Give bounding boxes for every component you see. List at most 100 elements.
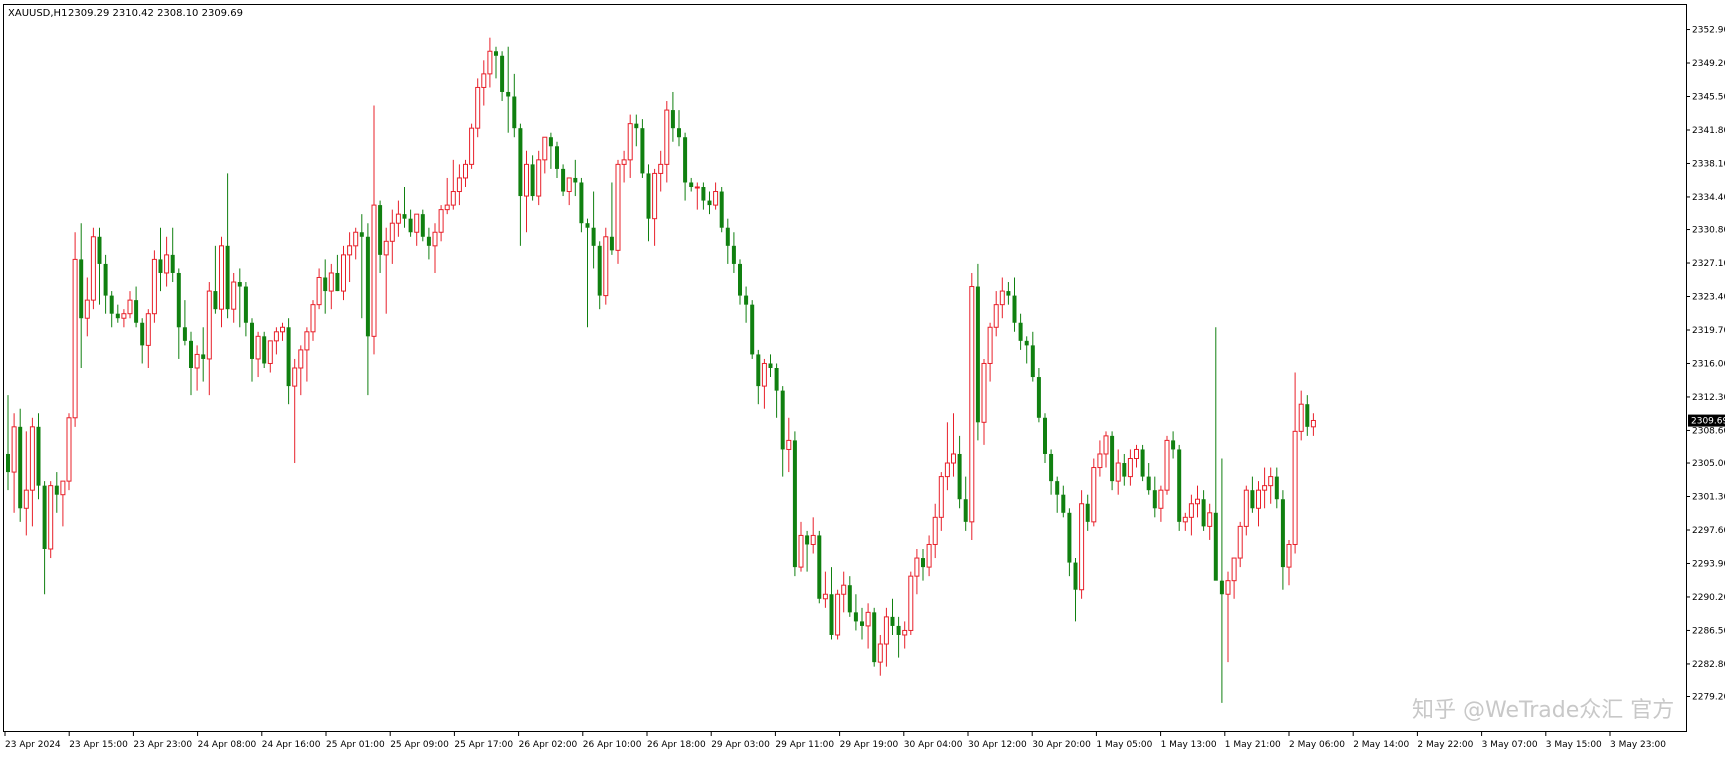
price-tick-label: 2330.80 [1692, 226, 1725, 236]
candle-body [999, 290, 1005, 306]
price-chart[interactable]: XAUUSD,H1 2309.29 2310.42 2308.10 2309.6… [0, 0, 1725, 756]
price-tick-label: 2297.60 [1692, 526, 1725, 536]
time-tick-label: 23 Apr 15:00 [69, 740, 128, 750]
time-tick-label: 1 May 05:00 [1096, 740, 1152, 750]
candle-body [36, 426, 41, 486]
candle-body [634, 123, 639, 129]
candle-body [1164, 439, 1170, 491]
price-tick-label: 2341.80 [1692, 126, 1725, 136]
candle-body [536, 159, 542, 197]
candle-body [1043, 417, 1047, 454]
candle-body [877, 643, 883, 663]
candle-body [1030, 345, 1035, 378]
candle-body [170, 254, 175, 273]
candle-body [944, 462, 950, 478]
candle-body [987, 326, 993, 364]
candle-body [542, 136, 548, 161]
candle-body [1110, 435, 1115, 482]
time-tick-label: 24 Apr 16:00 [262, 740, 321, 750]
candle-body [664, 109, 670, 165]
candle-body [1073, 562, 1078, 590]
time-tick-label: 26 Apr 18:00 [647, 740, 706, 750]
candle-body [450, 191, 456, 206]
time-tick-label: 30 Apr 04:00 [904, 740, 963, 750]
candle-body [353, 231, 359, 247]
time-tick-label: 29 Apr 11:00 [775, 740, 834, 750]
candle-body [841, 584, 847, 595]
candle-body [1103, 435, 1109, 455]
price-tick-label: 2334.40 [1692, 193, 1725, 203]
candle-body [304, 331, 310, 351]
candle-body [481, 73, 487, 88]
candle-body [951, 453, 956, 464]
price-tick-label: 2352.90 [1692, 26, 1725, 36]
candle-body [822, 593, 828, 600]
candle-body [914, 557, 920, 577]
candle-body [817, 535, 822, 599]
candle-body [609, 236, 614, 251]
candle-body [1207, 512, 1213, 527]
price-tick-label: 2349.20 [1692, 59, 1725, 69]
candle-body [414, 213, 420, 233]
candle-body [213, 291, 218, 310]
candle-body [18, 426, 23, 509]
candle-body [389, 222, 395, 242]
candle-body [250, 322, 254, 359]
price-tick-label: 2301.30 [1692, 493, 1725, 503]
candle-body [60, 480, 66, 496]
candle-body [829, 594, 834, 635]
candle-body [786, 439, 792, 450]
candle-body [335, 272, 340, 292]
candle-body [1305, 404, 1310, 427]
candle-body [1225, 580, 1231, 595]
candle-body [378, 205, 383, 255]
candle-body [115, 313, 120, 319]
candle-body [1280, 499, 1285, 568]
candle-body [627, 123, 633, 161]
candle-body [395, 213, 401, 224]
candle-body [1152, 490, 1157, 509]
price-tick-label: 2286.50 [1692, 626, 1725, 636]
candle-body [6, 453, 10, 473]
candle-body [792, 440, 797, 568]
time-tick-label: 3 May 15:00 [1546, 740, 1602, 750]
candle-body [42, 485, 47, 549]
candle-body [658, 163, 664, 174]
candle-body [756, 354, 761, 387]
candle-body [1286, 543, 1292, 568]
candle-body [151, 258, 157, 315]
candle-body [555, 146, 559, 169]
candle-body [444, 204, 450, 211]
candle-body [469, 127, 475, 165]
candle-body [1140, 449, 1145, 477]
candle-body [255, 335, 261, 360]
candle-body [963, 499, 968, 522]
candle-body [29, 426, 35, 491]
candle-body [993, 304, 999, 328]
candle-body [713, 191, 719, 206]
candle-body [585, 223, 590, 228]
candle-body [975, 286, 980, 423]
candle-body [420, 214, 425, 237]
candle-body [1310, 419, 1316, 428]
time-tick-label: 2 May 22:00 [1417, 740, 1473, 750]
candle-body [438, 209, 444, 233]
price-tick-label: 2338.10 [1692, 159, 1725, 169]
time-tick-label: 25 Apr 01:00 [326, 740, 385, 750]
candle-body [512, 96, 517, 129]
price-tick-label: 2290.20 [1692, 593, 1725, 603]
candle-body [432, 231, 438, 247]
price-tick-label: 2312.30 [1692, 393, 1725, 403]
candle-body [1177, 449, 1182, 522]
candle-body [652, 172, 658, 220]
candle-body [408, 218, 413, 233]
candle-body [530, 164, 535, 197]
candle-body [231, 281, 237, 310]
candle-body [273, 331, 279, 342]
candle-body [860, 621, 864, 626]
candle-body [225, 245, 230, 310]
candle-body [744, 295, 749, 305]
candle-body [805, 535, 810, 545]
candle-body [1182, 516, 1188, 523]
candle-body [725, 227, 730, 246]
